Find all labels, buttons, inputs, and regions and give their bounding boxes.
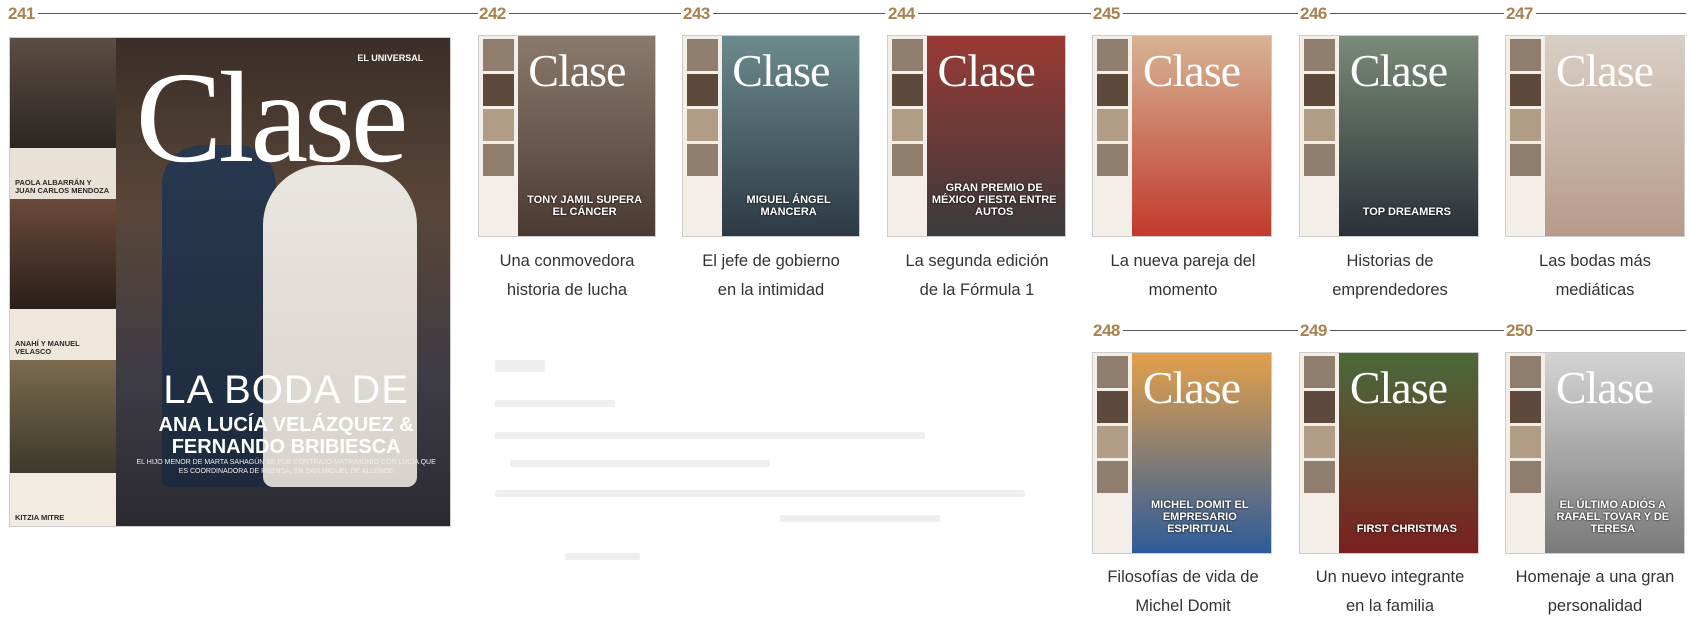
cover-headline: GRAN PREMIO DE MÉXICO FIESTA ENTRE AUTOS: [931, 182, 1057, 218]
side-caption: PAOLA ALBARRÁN Y JUAN CARLOS MENDOZA: [15, 178, 110, 196]
issue-242-caption[interactable]: Una conmovedora historia de lucha: [477, 247, 657, 305]
issue-number: 250: [1506, 321, 1533, 340]
cover-logo: Clase: [1142, 362, 1241, 413]
issue-246-caption[interactable]: Historias de emprendedores: [1300, 247, 1480, 305]
issue-number: 247: [1506, 4, 1533, 23]
issue-rule: [509, 13, 681, 14]
cover-subheadline: ANA LUCÍA VELÁZQUEZ & FERNANDO BRIBIESCA: [158, 413, 414, 458]
issue-rule: [1123, 330, 1298, 331]
cover-logo: Clase: [1555, 45, 1654, 96]
issue-rule: [918, 13, 1091, 14]
side-caption: ANAHÍ Y MANUEL VELASCO: [15, 339, 80, 357]
issue-rule: [1123, 13, 1298, 14]
side-caption: KITZIA MITRE: [15, 512, 65, 522]
issue-250-cover[interactable]: Clase EL ÚLTIMO ADIÓS A RAFAEL TOVAR Y D…: [1506, 353, 1684, 553]
issue-number: 249: [1300, 321, 1327, 340]
issue-244-caption[interactable]: La segunda edición de la Fórmula 1: [887, 247, 1067, 305]
issue-number: 245: [1093, 4, 1120, 23]
cover-logo: Clase: [937, 45, 1036, 96]
issue-248-caption[interactable]: Filosofías de vida de Michel Domit: [1093, 563, 1273, 621]
cover-logo: Clase: [1349, 45, 1448, 96]
issue-244-cover[interactable]: Clase GRAN PREMIO DE MÉXICO FIESTA ENTRE…: [888, 36, 1065, 236]
issue-number: 246: [1300, 4, 1327, 23]
issue-number: 248: [1093, 321, 1120, 340]
cover-headline: MIGUEL ÁNGEL MANCERA: [746, 194, 831, 218]
issue-246-cover[interactable]: Clase TOP DREAMERS: [1300, 36, 1478, 236]
issue-rule: [1536, 330, 1686, 331]
cover-headline: MICHEL DOMIT EL EMPRESARIO ESPIRITUAL: [1151, 499, 1249, 535]
issue-number: 242: [479, 4, 506, 23]
issue-rule: [1330, 330, 1504, 331]
issue-245-caption[interactable]: La nueva pareja del momento: [1093, 247, 1273, 305]
issue-248-cover[interactable]: Clase MICHEL DOMIT EL EMPRESARIO ESPIRIT…: [1093, 353, 1271, 553]
cover-logo: Clase: [1555, 362, 1654, 413]
issue-242-cover[interactable]: Clase TONY JAMIL SUPERA EL CÁNCER: [479, 36, 655, 236]
issue-rule: [1330, 13, 1504, 14]
issue-249-cover[interactable]: Clase FIRST CHRISTMAS: [1300, 353, 1478, 553]
cover-logo: Clase: [528, 45, 626, 96]
issue-number: 243: [683, 4, 710, 23]
issue-247-cover[interactable]: Clase: [1506, 36, 1684, 236]
issue-247-caption[interactable]: Las bodas más mediáticas: [1505, 247, 1685, 305]
issue-249-caption[interactable]: Un nuevo integrante en la familia: [1300, 563, 1480, 621]
cover-logo: Clase: [135, 45, 409, 190]
cover-headline: FIRST CHRISTMAS: [1356, 523, 1457, 535]
cover-logo: Clase: [1349, 362, 1448, 413]
cover-logo: Clase: [1142, 45, 1241, 96]
issue-243-cover[interactable]: Clase MIGUEL ÁNGEL MANCERA: [683, 36, 859, 236]
issue-243-caption[interactable]: El jefe de gobierno en la intimidad: [681, 247, 861, 305]
issue-245-cover[interactable]: Clase: [1093, 36, 1271, 236]
cover-brand: EL UNIVERSAL: [357, 52, 424, 63]
issue-250-caption[interactable]: Homenaje a una gran personalidad: [1505, 563, 1685, 621]
issue-number: 244: [888, 4, 915, 23]
issue-rule: [38, 13, 478, 14]
cover-headline: TOP DREAMERS: [1362, 206, 1451, 218]
cover-side-panels: PAOLA ALBARRÁN Y JUAN CARLOS MENDOZA ANA…: [10, 38, 116, 526]
cover-deck: EL HIJO MENOR DE MARTA SAHAGÚN SE FUE CO…: [136, 458, 436, 475]
cover-headline: EL ÚLTIMO ADIÓS A RAFAEL TOVAR Y DE TERE…: [1556, 499, 1670, 535]
issue-rule: [1536, 13, 1686, 14]
issue-number: 241: [8, 4, 35, 23]
cover-headline: TONY JAMIL SUPERA EL CÁNCER: [527, 194, 643, 218]
issue-rule: [713, 13, 885, 14]
issue-241-cover[interactable]: PAOLA ALBARRÁN Y JUAN CARLOS MENDOZA ANA…: [10, 38, 450, 526]
cover-headline: LA BODA DE: [163, 367, 409, 412]
cover-photo: Clase EL UNIVERSAL LA BODA DE ANA LUCÍA …: [115, 38, 450, 526]
cover-logo: Clase: [732, 45, 830, 96]
